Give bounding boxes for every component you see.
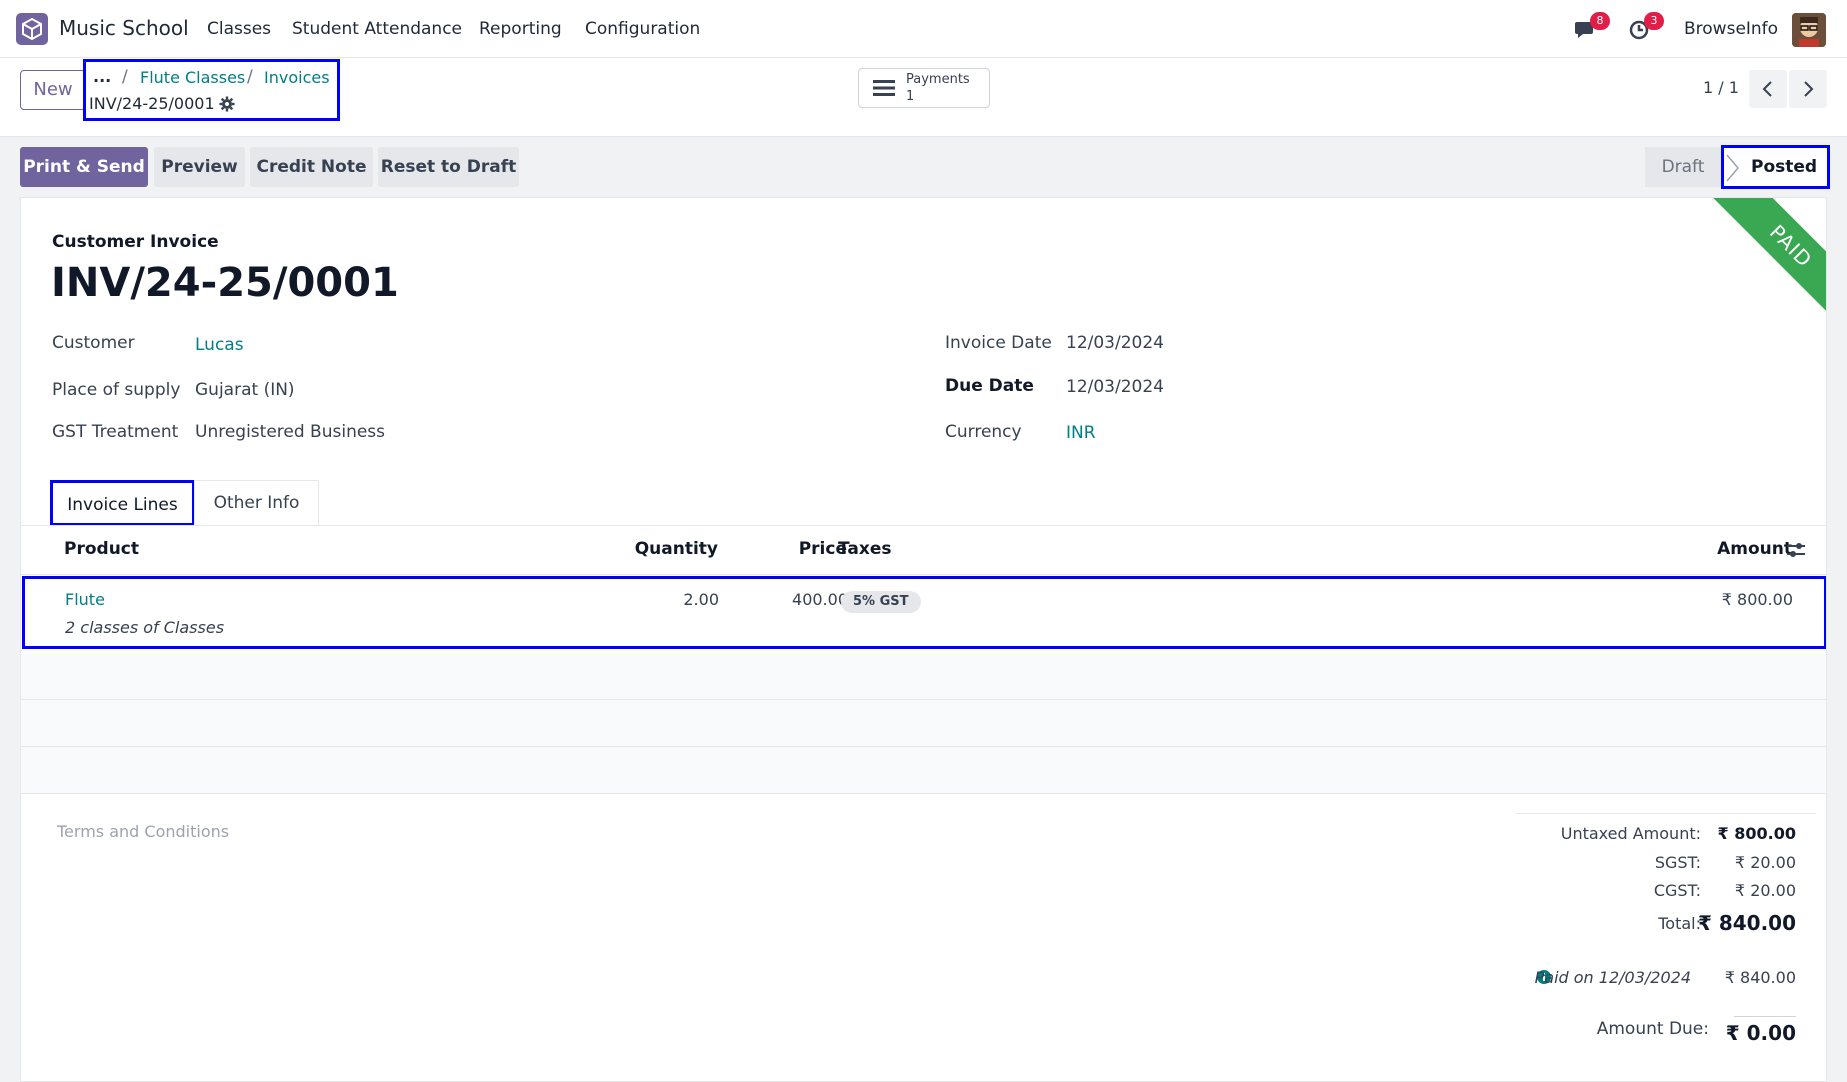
due-date-label: Due Date (945, 376, 1034, 396)
column-quantity[interactable]: Quantity (607, 539, 718, 559)
app-name[interactable]: Music School (59, 16, 189, 40)
gear-icon[interactable] (219, 96, 235, 112)
line-price[interactable]: 400.00 (735, 590, 848, 609)
footer-divider (21, 793, 1826, 794)
preview-button[interactable]: Preview (154, 147, 245, 187)
tab-invoice-lines[interactable]: Invoice Lines (50, 480, 195, 526)
control-panel: New ... / Flute Classes / Invoices INV/2… (0, 58, 1847, 137)
credit-note-button[interactable]: Credit Note (250, 147, 373, 187)
totals-divider (1516, 813, 1816, 814)
empty-row[interactable] (21, 653, 1826, 700)
amount-due-value: ₹ 0.00 (1725, 1021, 1796, 1045)
status-posted-label: Posted (1751, 157, 1818, 177)
paid-on-label[interactable]: Paid on 12/03/2024 (1461, 968, 1691, 987)
breadcrumb-separator: / (247, 67, 253, 87)
gst-treatment-label: GST Treatment (52, 422, 179, 442)
music-school-logo-icon[interactable] (16, 13, 48, 45)
paid-ribbon: PAID (1670, 198, 1826, 367)
gst-treatment-value[interactable]: Unregistered Business (195, 422, 385, 442)
column-amount[interactable]: Amount (1681, 539, 1792, 559)
user-name[interactable]: BrowseInfo (1684, 19, 1778, 39)
paid-amount-value: ₹ 840.00 (1724, 968, 1796, 987)
terms-and-conditions-input[interactable]: Terms and Conditions (57, 822, 229, 841)
line-product[interactable]: Flute (65, 590, 105, 609)
line-tax-tag[interactable]: 5% GST (841, 591, 921, 613)
breadcrumb-more[interactable]: ... (93, 67, 111, 86)
place-of-supply-value[interactable]: Gujarat (IN) (195, 380, 295, 400)
customer-label: Customer (52, 333, 135, 353)
pager-value[interactable]: 1 / 1 (1703, 78, 1739, 97)
new-button[interactable]: New (20, 70, 86, 110)
pager-next-button[interactable] (1789, 70, 1827, 108)
chevron-right-icon (1726, 154, 1740, 182)
invoice-date-value[interactable]: 12/03/2024 (1066, 333, 1164, 353)
invoice-number: INV/24-25/0001 (51, 260, 399, 306)
breadcrumb-separator: / (122, 67, 128, 87)
print-send-button[interactable]: Print & Send (20, 147, 148, 187)
reset-to-draft-button[interactable]: Reset to Draft (378, 147, 519, 187)
sgst-value: ₹ 20.00 (1734, 853, 1796, 872)
tabs-divider (21, 525, 1826, 526)
cgst-value: ₹ 20.00 (1734, 881, 1796, 900)
menu-classes[interactable]: Classes (207, 19, 271, 39)
menu-reporting[interactable]: Reporting (479, 19, 562, 39)
status-posted[interactable]: Posted (1721, 145, 1830, 189)
line-amount[interactable]: ₹ 800.00 (1642, 590, 1793, 609)
menu-configuration[interactable]: Configuration (585, 19, 700, 39)
amount-due-divider (1734, 1016, 1796, 1017)
table-row[interactable]: Flute 2 classes of Classes 2.00 400.00 5… (22, 576, 1826, 649)
top-navbar: Music School Classes Student Attendance … (0, 0, 1847, 58)
total-value: ₹ 840.00 (1697, 911, 1796, 935)
pager-previous-button[interactable] (1749, 70, 1787, 108)
column-taxes[interactable]: Taxes (838, 539, 892, 559)
table-header-divider (21, 574, 1826, 575)
invoice-sheet: PAID Customer Invoice INV/24-25/0001 Cus… (20, 197, 1827, 1082)
sliders-icon[interactable] (1786, 541, 1806, 559)
column-product[interactable]: Product (64, 539, 139, 559)
breadcrumb-flute-classes[interactable]: Flute Classes (140, 68, 245, 87)
payments-count: 1 (906, 89, 915, 104)
payments-smart-button[interactable]: Payments 1 (858, 68, 990, 108)
empty-row[interactable] (21, 747, 1826, 794)
empty-row[interactable] (21, 700, 1826, 747)
tab-other-info[interactable]: Other Info (194, 480, 319, 526)
invoice-date-label: Invoice Date (945, 333, 1052, 353)
place-of-supply-label: Place of supply (52, 380, 181, 400)
customer-value[interactable]: Lucas (195, 335, 244, 355)
list-icon (873, 78, 895, 98)
breadcrumb-invoices[interactable]: Invoices (264, 68, 330, 87)
document-type: Customer Invoice (52, 232, 219, 252)
menu-student-attendance[interactable]: Student Attendance (292, 19, 462, 39)
chevron-right-icon (1804, 81, 1814, 97)
chevron-left-icon (1762, 81, 1772, 97)
column-price[interactable]: Price (767, 539, 847, 559)
avatar[interactable] (1792, 13, 1826, 47)
payments-label: Payments (906, 72, 970, 87)
record-name: INV/24-25/0001 (89, 94, 215, 113)
status-draft[interactable]: Draft (1645, 147, 1721, 187)
line-description[interactable]: 2 classes of Classes (65, 618, 224, 637)
messages-badge: 8 (1590, 12, 1610, 30)
due-date-value[interactable]: 12/03/2024 (1066, 377, 1164, 397)
currency-value[interactable]: INR (1066, 423, 1096, 443)
activities-badge: 3 (1644, 12, 1664, 30)
line-quantity[interactable]: 2.00 (608, 590, 719, 609)
untaxed-amount-value: ₹ 800.00 (1717, 824, 1796, 843)
currency-label: Currency (945, 422, 1022, 442)
